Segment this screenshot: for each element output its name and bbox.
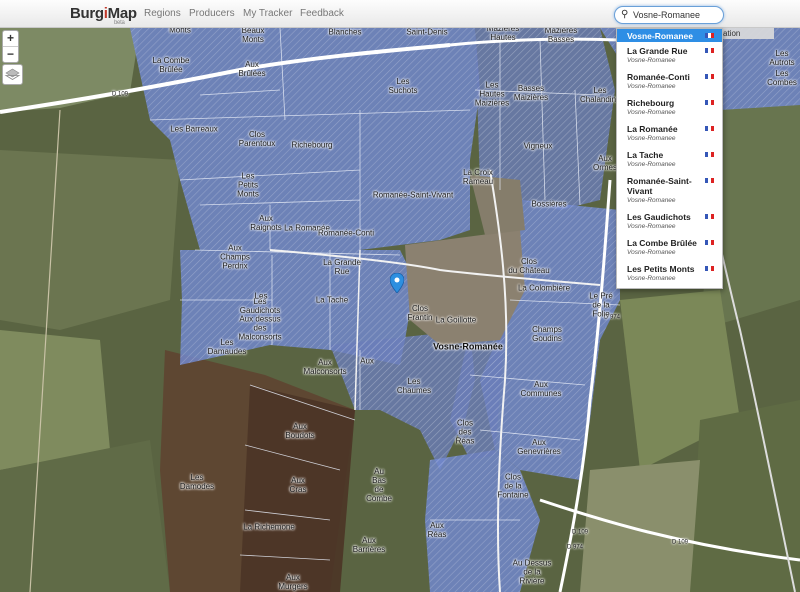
suggestion-item[interactable]: La Tache Vosne-Romanee [617,147,722,173]
suggestion-name: La Combe Brûlée [627,238,697,248]
suggestion-commune: Vosne-Romanee [627,249,676,256]
search-box[interactable]: ⚲ [614,6,724,24]
suggestion-item[interactable]: Richebourg Vosne-Romanee [617,95,722,121]
suggestion-item[interactable]: Les Petits Monts Vosne-Romanee [617,261,722,287]
french-flag-icon [705,74,714,79]
layers-icon [4,68,21,80]
zoom-out-button[interactable]: − [3,47,18,62]
suggestion-name: Romanée-Saint-Vivant [627,176,692,196]
nav-regions[interactable]: Regions [144,8,181,19]
suggestion-item[interactable]: Vosne-Romanee [617,29,722,42]
suggestion-item[interactable]: Romanée-Conti Vosne-Romanee [617,69,722,95]
zoom-control: + − [2,30,19,63]
nav-producers[interactable]: Producers [189,8,235,19]
suggestion-name: Vosne-Romanee [627,31,693,41]
french-flag-icon [705,240,714,245]
app-logo[interactable]: BurgiMap beta [70,5,137,26]
field-patch [0,330,110,470]
suggestion-commune: Vosne-Romanee [627,109,676,116]
french-flag-icon [705,266,714,271]
nav-feedback[interactable]: Feedback [300,8,344,19]
suggestion-item[interactable]: Romanée-Saint-Vivant Vosne-Romanee [617,173,722,209]
hidden-tooltip: ation [721,28,774,39]
suggestion-commune: Vosne-Romanee [627,57,676,64]
suggestion-name: Les Gaudichots [627,212,691,222]
french-flag-icon [705,33,714,38]
suggestion-commune: Vosne-Romanee [627,161,676,168]
suggestion-item[interactable]: La Grande Rue Vosne-Romanee [617,43,722,69]
suggestion-commune: Vosne-Romanee [627,197,676,204]
nav-my-tracker[interactable]: My Tracker [243,8,292,19]
field-patch [690,400,800,592]
field-patch [0,150,180,330]
search-input[interactable] [633,8,719,21]
french-flag-icon [705,48,714,53]
suggestion-commune: Vosne-Romanee [627,135,676,142]
hidden-tooltip-text: ation [723,29,741,38]
french-flag-icon [705,214,714,219]
suggestion-item[interactable]: La Romanée Vosne-Romanee [617,121,722,147]
suggestion-name: La Grande Rue [627,46,688,56]
suggestion-item[interactable]: Les Gaudichots Vosne-Romanee [617,209,722,235]
search-suggestions: Vosne-Romanee La Grande Rue Vosne-Romane… [616,28,723,289]
french-flag-icon [705,178,714,183]
suggestion-name: Richebourg [627,98,675,108]
search-icon: ⚲ [621,9,629,20]
top-navbar: BurgiMap beta Regions Producers My Track… [0,0,800,28]
suggestion-commune: Vosne-Romanee [627,83,676,90]
french-flag-icon [705,100,714,105]
field-patch [580,460,700,592]
suggestion-name: La Romanée [627,124,678,134]
suggestion-name: Romanée-Conti [627,72,690,82]
suggestion-item[interactable]: La Combe Brûlée Vosne-Romanee [617,235,722,261]
parcels-other-commune [240,385,355,592]
suggestion-commune: Vosne-Romanee [627,275,676,282]
logo-text-main: Burg [70,5,104,22]
layers-button[interactable] [2,64,23,85]
zoom-in-button[interactable]: + [3,31,18,47]
french-flag-icon [705,126,714,131]
suggestion-name: Les Petits Monts [627,264,695,274]
suggestion-name: La Tache [627,150,664,160]
suggestion-commune: Vosne-Romanee [627,223,676,230]
french-flag-icon [705,152,714,157]
logo-beta-badge: beta [114,20,125,26]
location-pin-icon[interactable] [390,273,404,293]
